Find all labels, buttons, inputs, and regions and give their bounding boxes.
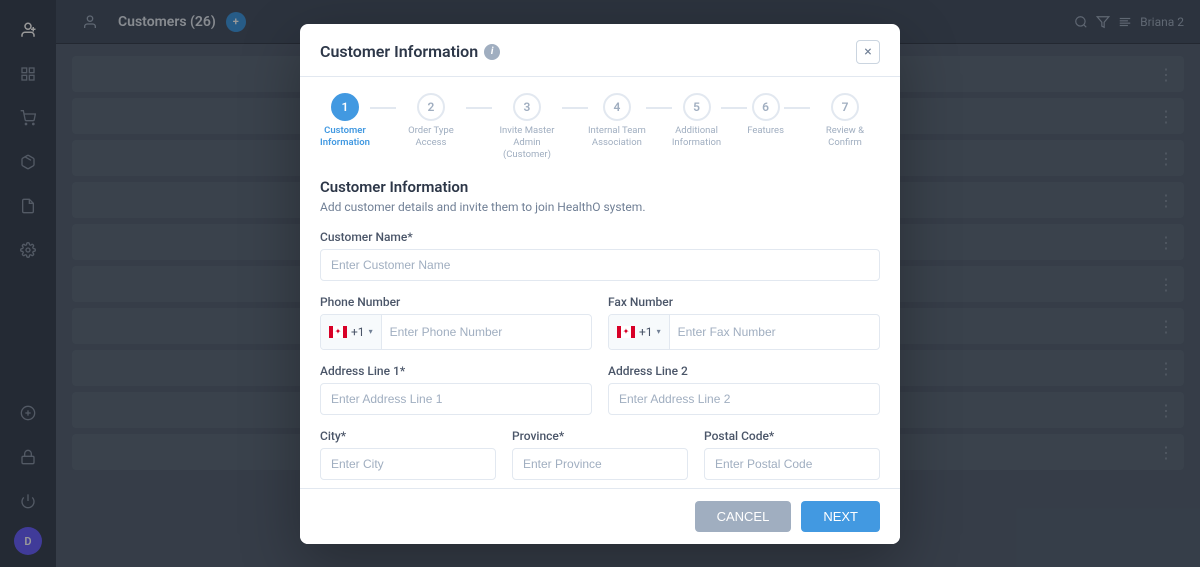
step-circle-1[interactable]: 1 xyxy=(331,93,359,121)
phone-number-input[interactable] xyxy=(382,317,591,347)
step-6: 6 Features xyxy=(747,93,784,137)
step-circle-4[interactable]: 4 xyxy=(603,93,631,121)
step-circle-2[interactable]: 2 xyxy=(417,93,445,121)
close-button[interactable]: × xyxy=(856,40,880,64)
chevron-down-icon: ▾ xyxy=(369,327,373,336)
city-group: City* xyxy=(320,429,496,480)
modal-title: Customer Information i xyxy=(320,42,500,61)
step-label-2: Order Type Access xyxy=(396,125,466,150)
step-label-7: Review & Confirm xyxy=(810,125,880,150)
fax-prefix[interactable]: ✦ +1 ▾ xyxy=(609,315,670,349)
address2-label: Address Line 2 xyxy=(608,364,880,378)
step-label-6: Features xyxy=(747,125,784,137)
postal-label: Postal Code* xyxy=(704,429,880,443)
connector-1 xyxy=(370,107,396,109)
form-section-subtitle: Add customer details and invite them to … xyxy=(320,200,880,214)
address1-label: Address Line 1* xyxy=(320,364,592,378)
fax-chevron-down-icon: ▾ xyxy=(657,327,661,336)
connector-5 xyxy=(721,107,747,109)
phone-group: Phone Number ✦ +1 ▾ xyxy=(320,295,592,350)
address1-col: Address Line 1* xyxy=(320,364,592,429)
step-label-5: AdditionalInformation xyxy=(672,125,721,150)
address2-input[interactable] xyxy=(608,383,880,415)
step-label-3: Invite MasterAdmin (Customer) xyxy=(492,125,562,162)
customer-name-input[interactable] xyxy=(320,249,880,281)
step-circle-3[interactable]: 3 xyxy=(513,93,541,121)
customer-name-group: Customer Name* xyxy=(320,230,880,281)
province-input[interactable] xyxy=(512,448,688,480)
step-label-4: Internal TeamAssociation xyxy=(588,125,646,150)
connector-6 xyxy=(784,107,810,109)
modal-form-scroll: Customer Information Add customer detail… xyxy=(300,162,900,488)
address2-col: Address Line 2 xyxy=(608,364,880,429)
step-1: 1 CustomerInformation xyxy=(320,93,370,150)
step-label-1: CustomerInformation xyxy=(320,125,370,150)
step-3: 3 Invite MasterAdmin (Customer) xyxy=(492,93,562,162)
postal-input[interactable] xyxy=(704,448,880,480)
address2-group: Address Line 2 xyxy=(608,364,880,415)
phone-prefix[interactable]: ✦ +1 ▾ xyxy=(321,315,382,349)
city-province-postal-row: City* Province* Postal Code* xyxy=(320,429,880,488)
step-7: 7 Review & Confirm xyxy=(810,93,880,150)
phone-fax-row: Phone Number ✦ +1 ▾ xyxy=(320,295,880,364)
postal-col: Postal Code* xyxy=(704,429,880,488)
phone-input-wrap: ✦ +1 ▾ xyxy=(320,314,592,350)
city-label: City* xyxy=(320,429,496,443)
address1-group: Address Line 1* xyxy=(320,364,592,415)
connector-2 xyxy=(466,107,492,109)
connector-4 xyxy=(646,107,672,109)
fax-group: Fax Number ✦ +1 ▾ xyxy=(608,295,880,350)
fax-input-wrap: ✦ +1 ▾ xyxy=(608,314,880,350)
city-input[interactable] xyxy=(320,448,496,480)
connector-3 xyxy=(562,107,588,109)
step-circle-5[interactable]: 5 xyxy=(683,93,711,121)
phone-label: Phone Number xyxy=(320,295,592,309)
step-2: 2 Order Type Access xyxy=(396,93,466,150)
customer-information-modal: Customer Information i × 1 CustomerInfor… xyxy=(300,24,900,544)
address1-input[interactable] xyxy=(320,383,592,415)
fax-col: Fax Number ✦ +1 ▾ xyxy=(608,295,880,364)
fax-label: Fax Number xyxy=(608,295,880,309)
modal-title-text: Customer Information xyxy=(320,42,478,61)
modal-overlay: Customer Information i × 1 CustomerInfor… xyxy=(0,0,1200,567)
step-circle-7[interactable]: 7 xyxy=(831,93,859,121)
info-icon: i xyxy=(484,44,500,60)
cancel-button[interactable]: CANCEL xyxy=(695,501,792,532)
province-label: Province* xyxy=(512,429,688,443)
modal-footer: CANCEL NEXT xyxy=(300,488,900,544)
address-row: Address Line 1* Address Line 2 xyxy=(320,364,880,429)
step-circle-6[interactable]: 6 xyxy=(752,93,780,121)
fax-number-input[interactable] xyxy=(670,317,879,347)
fax-canada-flag: ✦ xyxy=(617,326,635,338)
next-button[interactable]: NEXT xyxy=(801,501,880,532)
modal-header: Customer Information i × xyxy=(300,24,900,77)
phone-col: Phone Number ✦ +1 ▾ xyxy=(320,295,592,364)
phone-country-code: +1 xyxy=(351,325,365,339)
step-5: 5 AdditionalInformation xyxy=(672,93,721,150)
canada-flag: ✦ xyxy=(329,326,347,338)
postal-group: Postal Code* xyxy=(704,429,880,480)
province-col: Province* xyxy=(512,429,688,488)
stepper: 1 CustomerInformation 2 Order Type Acces… xyxy=(300,77,900,162)
city-col: City* xyxy=(320,429,496,488)
province-group: Province* xyxy=(512,429,688,480)
fax-country-code: +1 xyxy=(639,325,653,339)
customer-name-label: Customer Name* xyxy=(320,230,880,244)
step-4: 4 Internal TeamAssociation xyxy=(588,93,646,150)
form-section-title: Customer Information xyxy=(320,178,880,196)
